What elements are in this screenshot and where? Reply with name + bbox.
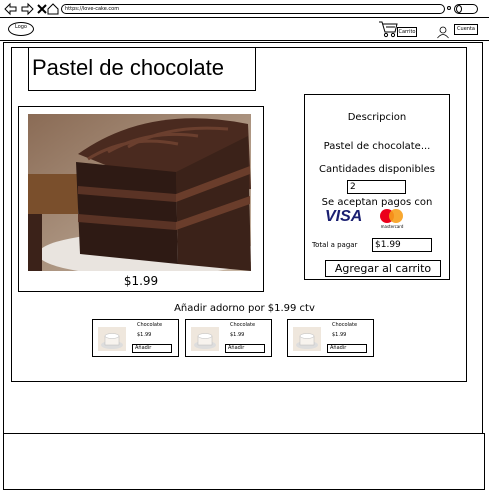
addon-name: Chocolate bbox=[137, 322, 163, 328]
quantity-label: Cantidades disponibles bbox=[319, 164, 435, 175]
toggle-knob bbox=[456, 5, 462, 13]
forward-arrow-icon[interactable] bbox=[20, 2, 34, 16]
addon-name: Chocolate bbox=[332, 322, 358, 328]
cake-image bbox=[28, 114, 258, 276]
footer bbox=[3, 433, 485, 490]
url-field[interactable]: https://love-cake.com bbox=[61, 4, 445, 14]
visa-logo-icon: VISA bbox=[325, 208, 363, 225]
mastercard-logo-icon: mastercard bbox=[376, 208, 408, 230]
product-description: Pastel de chocolate... bbox=[323, 141, 431, 152]
payments-label: Se aceptan pagos con bbox=[321, 197, 433, 208]
logo[interactable]: Logo bbox=[8, 22, 34, 36]
addon-price: $1.99 bbox=[137, 332, 152, 338]
addon-heading: Añadir adorno por $1.99 ctv bbox=[174, 303, 315, 314]
addon-add-button[interactable]: Añadir bbox=[327, 344, 367, 353]
product-price: $1.99 bbox=[123, 274, 159, 288]
url-go-icon[interactable] bbox=[447, 6, 451, 10]
add-to-cart-button[interactable]: Agregar al carrito bbox=[325, 260, 441, 277]
header-divider bbox=[0, 40, 489, 41]
total-label: Total a pagar bbox=[312, 241, 358, 249]
addon-cake-image bbox=[98, 327, 126, 351]
addon-card: Chocolate $1.99 Añadir bbox=[92, 319, 179, 357]
addon-name: Chocolate bbox=[230, 322, 256, 328]
page-title: Pastel de chocolate bbox=[28, 47, 256, 91]
addon-card: Chocolate $1.99 Añadir bbox=[185, 319, 272, 357]
addon-add-button[interactable]: Añadir bbox=[132, 344, 172, 353]
cart-button[interactable]: Carrito bbox=[397, 27, 417, 37]
addon-price: $1.99 bbox=[230, 332, 245, 338]
addon-price: $1.99 bbox=[332, 332, 347, 338]
quantity-field[interactable]: 2 bbox=[347, 180, 406, 194]
mastercard-wordmark: mastercard bbox=[381, 224, 404, 229]
total-field[interactable]: $1.99 bbox=[372, 238, 432, 252]
addon-cake-image bbox=[191, 327, 219, 351]
back-arrow-icon[interactable] bbox=[4, 2, 18, 16]
account-button[interactable]: Cuenta bbox=[454, 24, 478, 35]
user-icon[interactable] bbox=[436, 24, 450, 39]
addon-add-button[interactable]: Añadir bbox=[225, 344, 265, 353]
shopping-cart-icon[interactable] bbox=[378, 20, 398, 38]
addon-cake-image bbox=[293, 327, 321, 351]
description-heading: Descripcion bbox=[347, 112, 407, 123]
home-icon[interactable] bbox=[46, 2, 60, 16]
addon-card: Chocolate $1.99 Añadir bbox=[287, 319, 374, 357]
